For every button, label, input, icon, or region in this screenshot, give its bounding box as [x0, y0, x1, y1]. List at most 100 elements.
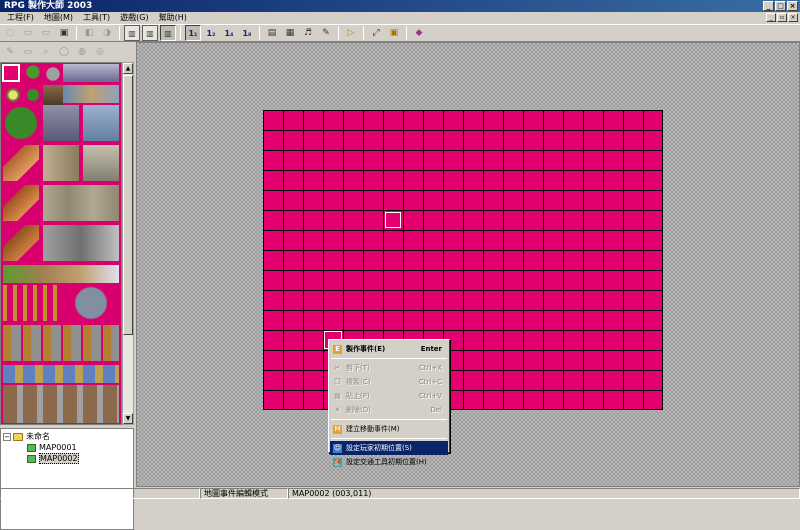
child-minimize-button[interactable]: _ [766, 13, 776, 22]
menu-item-label: 製作事件(E) [346, 345, 386, 353]
rectangle-icon[interactable]: ▭ [20, 44, 36, 60]
menu-item-shortcut: Ctrl+X [418, 364, 442, 372]
toolbar: ◌ ▭ ▭ ▣ ◧ ◑ ▥ ▥ ▥ 1₁ 1₂ 1₄ 1₈ ▤ ▦ ♬ ✎ ▷ … [0, 24, 800, 42]
bush-tile[interactable] [3, 85, 23, 105]
move-event-icon: M [333, 424, 342, 434]
left-panel: ✎ ▭ ⌕ ◯ ◍ ◎ ▲ ▼ − 未命名 MAP0001 MAP0002 [0, 42, 134, 530]
cave-tile[interactable] [43, 85, 63, 105]
menu-create-event[interactable]: E 製作事件(E) Enter [330, 342, 448, 356]
hill-tile[interactable] [3, 265, 119, 283]
big-tree-tile[interactable] [3, 105, 39, 141]
castle-large-tile[interactable] [43, 105, 79, 141]
close-project-icon[interactable]: ▭ [38, 25, 54, 41]
town-tile[interactable] [63, 85, 119, 103]
tileset-scrollbar[interactable]: ▲ ▼ [122, 62, 134, 425]
scroll-thumb[interactable] [123, 75, 133, 335]
building-tile[interactable] [3, 385, 119, 423]
menu-project[interactable]: 工程(F) [2, 12, 39, 24]
tileset-palette[interactable] [0, 62, 122, 425]
database-icon[interactable]: ▤ [264, 25, 280, 41]
map-grid[interactable] [263, 110, 663, 410]
object-tile[interactable] [3, 365, 119, 383]
close-button[interactable]: × [787, 1, 798, 11]
menu-tools[interactable]: 工具(T) [78, 12, 115, 24]
resource-manager-icon[interactable]: ▦ [282, 25, 298, 41]
menu-game[interactable]: 遊戲(G) [115, 12, 153, 24]
menu-paste[interactable]: ▤ 貼上(P) Ctrl+V [330, 389, 448, 403]
zoom-icon[interactable]: ⌕ [38, 44, 54, 60]
selected-tile[interactable] [2, 64, 20, 82]
volcano-tile[interactable] [3, 225, 39, 261]
status-position: MAP0002 (003,011) [288, 488, 800, 499]
mountain-tile[interactable] [3, 145, 39, 181]
menu-item-label: 設定交通工具初期位置(H) [346, 458, 427, 466]
new-project-icon[interactable]: ◌ [2, 25, 18, 41]
tower-tile[interactable] [43, 145, 79, 181]
play-test-icon[interactable]: ▷ [343, 25, 359, 41]
tileset-toolbar: ✎ ▭ ⌕ ◯ ◍ ◎ [0, 42, 134, 62]
tree-item-label: MAP0002 [39, 453, 79, 464]
tree-small-tile[interactable] [23, 85, 43, 105]
open-project-icon[interactable]: ▭ [20, 25, 36, 41]
menu-item-label: 複製(C) [346, 378, 371, 386]
ellipse-icon[interactable]: ◯ [56, 44, 72, 60]
tree-root[interactable]: − 未命名 [3, 431, 131, 442]
tree-item-map0001[interactable]: MAP0001 [3, 442, 131, 453]
redo-icon[interactable]: ◑ [99, 25, 115, 41]
scroll-down-button[interactable]: ▼ [123, 413, 133, 424]
tree-tile[interactable] [23, 64, 43, 84]
zoom-1-4-button[interactable]: 1₄ [221, 25, 237, 41]
fill-icon[interactable]: ◍ [74, 44, 90, 60]
menu-cut[interactable]: ✂ 剪下(T) Ctrl+X [330, 361, 448, 375]
menu-delete[interactable]: ✕ 刪除(D) Del [330, 403, 448, 417]
sign-tile[interactable] [3, 325, 119, 361]
event-layer-icon[interactable]: ▥ [160, 25, 176, 41]
child-close-button[interactable]: × [788, 13, 798, 22]
maximize-button[interactable]: □ [775, 1, 786, 11]
menu-set-player-start[interactable]: ☺ 設定玩家初期位置(S) [330, 441, 448, 455]
save-icon[interactable]: ▣ [56, 25, 72, 41]
collapse-icon[interactable]: − [3, 432, 11, 441]
palace-tile[interactable] [83, 105, 119, 141]
menu-map[interactable]: 地圖(M) [39, 12, 78, 24]
show-title-icon[interactable]: ▣ [386, 25, 402, 41]
menu-item-shortcut: Enter [420, 345, 442, 353]
pencil-icon[interactable]: ✎ [2, 44, 18, 60]
statue-tile[interactable] [43, 225, 119, 261]
window-title: RPG 製作大師 2003 [4, 1, 93, 11]
mountain-tile[interactable] [3, 185, 39, 221]
menu-set-vehicle-start[interactable]: ⛵ 設定交通工具初期位置(H) [330, 455, 448, 469]
lower-layer-icon[interactable]: ▥ [124, 25, 140, 41]
undo-icon[interactable]: ◧ [81, 25, 97, 41]
tree-item-label: MAP0001 [39, 443, 77, 452]
boulder-tile[interactable] [63, 285, 119, 321]
upper-layer-icon[interactable]: ▥ [142, 25, 158, 41]
pillars-tile[interactable] [43, 185, 119, 221]
sound-test-icon[interactable]: ♬ [300, 25, 316, 41]
child-restore-button[interactable]: ▫ [777, 13, 787, 22]
copy-icon: ❐ [334, 377, 341, 386]
menu-copy[interactable]: ❐ 複製(C) Ctrl+C [330, 375, 448, 389]
select-icon[interactable]: ◎ [92, 44, 108, 60]
castle-tile[interactable] [63, 64, 119, 82]
menu-create-move-event[interactable]: M 建立移動事件(M) [330, 422, 448, 436]
ruins-tile[interactable] [83, 145, 119, 181]
menu-item-label: 剪下(T) [346, 364, 370, 372]
zoom-1-8-button[interactable]: 1₈ [239, 25, 255, 41]
zoom-1-1-button[interactable]: 1₁ [185, 25, 201, 41]
rock-tile[interactable] [43, 64, 63, 84]
scroll-up-button[interactable]: ▲ [123, 63, 133, 74]
zoom-1-2-button[interactable]: 1₂ [203, 25, 219, 41]
help-book-icon[interactable]: ◆ [411, 25, 427, 41]
fullscreen-icon[interactable]: ⤢ [368, 25, 384, 41]
tree-item-map0002[interactable]: MAP0002 [3, 453, 131, 464]
script-editor-icon[interactable]: ✎ [318, 25, 334, 41]
minimize-button[interactable]: _ [763, 1, 774, 11]
map-canvas[interactable] [136, 42, 800, 487]
menu-help[interactable]: 幫助(H) [154, 12, 192, 24]
event-marker[interactable] [385, 212, 401, 228]
menu-separator [331, 438, 447, 439]
fence-tile[interactable] [3, 285, 59, 321]
toolbar-separator [338, 26, 339, 40]
window-controls: _ □ × [763, 1, 798, 11]
